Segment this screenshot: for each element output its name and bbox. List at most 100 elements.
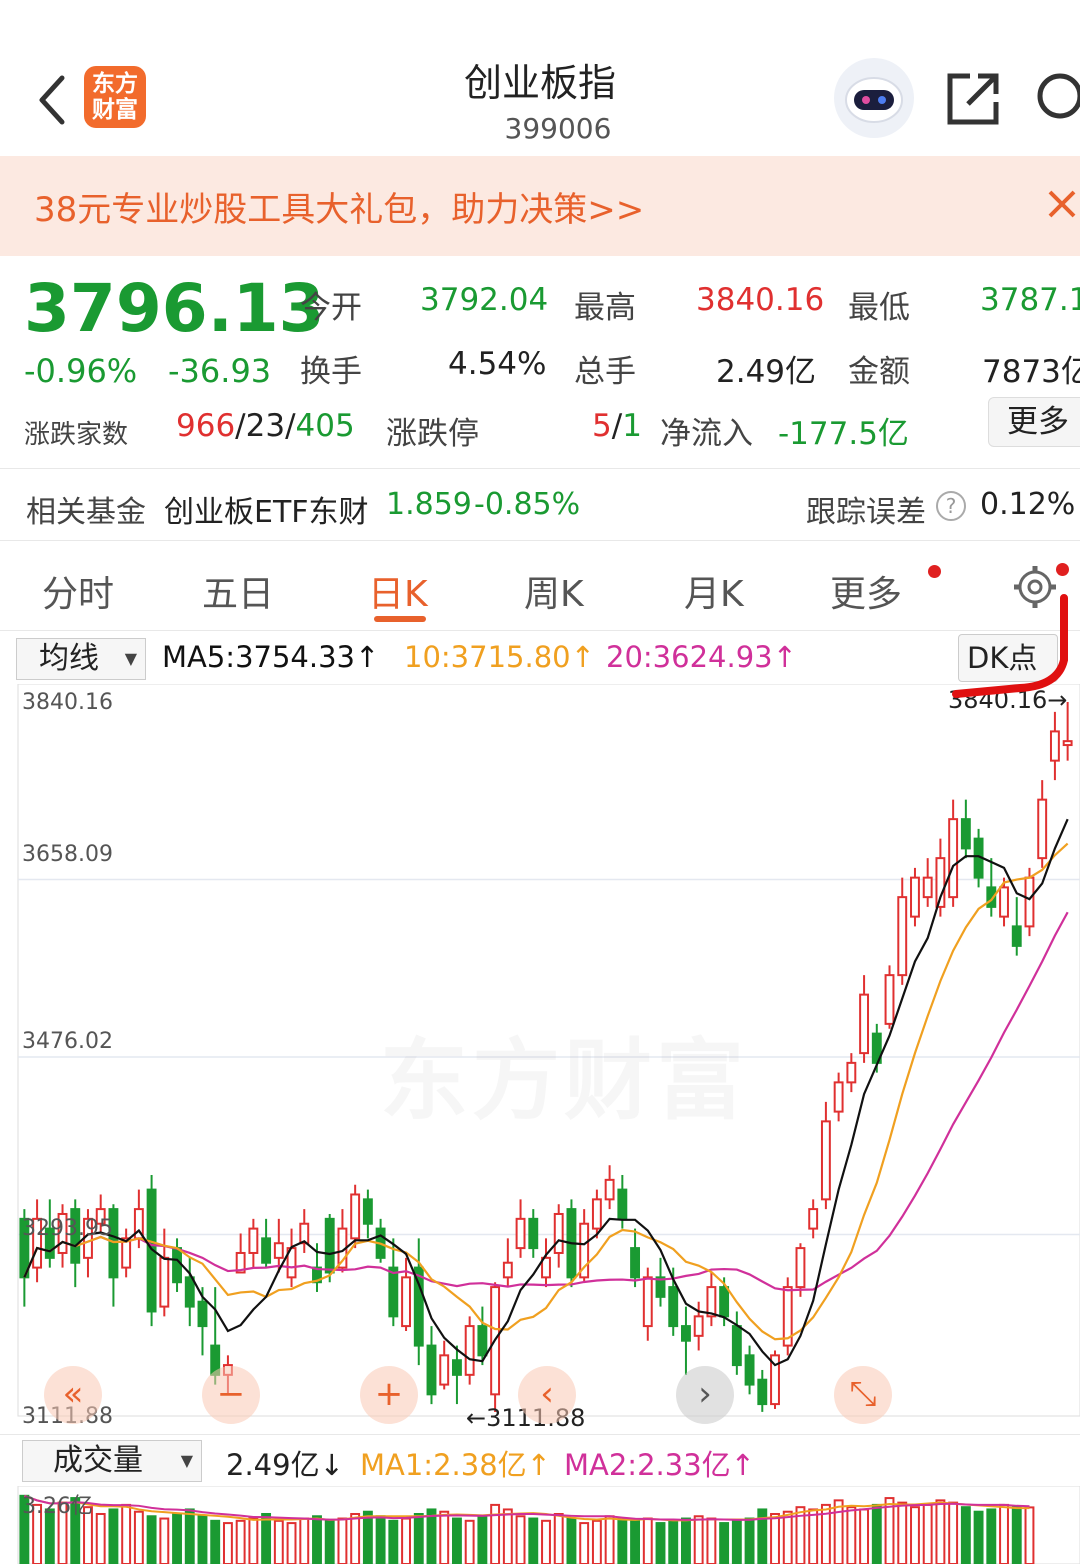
- volume-bar: [299, 1517, 310, 1564]
- candle-body: [1011, 925, 1022, 947]
- active-tab-indicator: [374, 616, 426, 622]
- candle-body: [681, 1325, 691, 1342]
- volume-bar: [808, 1508, 819, 1564]
- volume-bar: [871, 1503, 882, 1564]
- assistant-robot-icon[interactable]: [834, 58, 914, 138]
- share-icon[interactable]: [944, 68, 1004, 128]
- candle-body: [744, 1354, 755, 1386]
- limit-up: 5: [592, 408, 612, 444]
- fund-label: 相关基金: [26, 495, 146, 530]
- candle-body: [948, 818, 959, 899]
- volume-bar: [261, 1512, 272, 1564]
- volume-bar: [630, 1519, 641, 1564]
- volume-bar: [642, 1517, 653, 1564]
- volume-bar: [731, 1519, 742, 1564]
- volume-bar: [948, 1501, 959, 1564]
- candle-body: [591, 1198, 602, 1230]
- volume-bar: [668, 1519, 679, 1564]
- candle-body: [261, 1237, 272, 1264]
- fullscreen-button[interactable]: ⤡: [834, 1366, 892, 1424]
- tab-weekly-k[interactable]: 周K: [524, 565, 584, 617]
- quote-panel: 3796.13 -0.96% -36.93 今开 3792.04 最高 3840…: [0, 256, 1080, 468]
- volume-ma2: MA2:2.33亿↑: [564, 1448, 755, 1482]
- high-value: 3840.16: [696, 282, 825, 318]
- turnover-label: 换手: [300, 354, 362, 390]
- tab-minute[interactable]: 分时: [42, 565, 114, 617]
- tab-daily-k[interactable]: 日K: [368, 565, 428, 617]
- search-icon[interactable]: [1034, 68, 1080, 128]
- hand-drawn-annotation: [952, 594, 1068, 698]
- candle-body: [1024, 876, 1035, 928]
- notification-dot: [928, 565, 941, 578]
- more-quote-button[interactable]: 更多: [988, 397, 1080, 447]
- volume-value: 2.49亿: [716, 354, 817, 390]
- volume-bar: [782, 1510, 793, 1564]
- candle-body: [731, 1325, 742, 1367]
- volume-bar: [655, 1522, 666, 1564]
- volume-bar: [617, 1517, 628, 1564]
- open-value: 3792.04: [420, 282, 549, 318]
- tab-monthly-k[interactable]: 月K: [684, 565, 744, 617]
- candle-body: [604, 1178, 615, 1201]
- volume-bar: [159, 1517, 170, 1564]
- volume-bar: [108, 1508, 119, 1564]
- scroll-start-button[interactable]: «: [44, 1366, 102, 1424]
- change-value: -36.93: [168, 352, 272, 390]
- volume-bar: [362, 1510, 373, 1564]
- candle-body: [630, 1247, 641, 1279]
- banner-text[interactable]: 38元专业炒股工具大礼包，助力决策>>: [34, 182, 644, 231]
- related-fund-row[interactable]: 相关基金 创业板ETF东财 1.859 -0.85% 跟踪误差 ? 0.12%: [0, 469, 1080, 541]
- stock-code: 399006: [504, 112, 612, 145]
- candle-body: [617, 1188, 628, 1220]
- volume-bar: [566, 1517, 577, 1564]
- volume-bar: [706, 1517, 717, 1564]
- low-label: 最低: [848, 290, 910, 326]
- volume-bar: [477, 1515, 488, 1564]
- volume-bar: [133, 1510, 144, 1564]
- ma20-value: 20:3624.93↑: [606, 640, 797, 674]
- scroll-right-button[interactable]: ›: [676, 1366, 734, 1424]
- candle-body: [1049, 730, 1060, 762]
- volume-bar: [197, 1515, 208, 1564]
- volume-chart[interactable]: [0, 1486, 1080, 1564]
- volume-bar: [184, 1508, 195, 1564]
- volume-bar: [553, 1512, 564, 1564]
- breadth-values: 966/23/405: [176, 408, 355, 444]
- volume-indicator-select[interactable]: 成交量 ▼: [22, 1440, 202, 1482]
- volume-bar: [515, 1515, 526, 1564]
- volume-bar: [935, 1499, 946, 1564]
- volume-bar: [210, 1519, 221, 1564]
- tab-more[interactable]: 更多: [830, 565, 902, 617]
- help-icon[interactable]: ?: [936, 491, 966, 521]
- volume-bar: [286, 1522, 297, 1564]
- amount-label: 金额: [848, 354, 910, 390]
- indicator-select[interactable]: 均线 ▼: [16, 638, 146, 680]
- close-icon[interactable]: [1044, 186, 1080, 222]
- volume-bar: [324, 1519, 335, 1564]
- candle-body: [528, 1217, 539, 1250]
- volume-select-label: 成交量: [53, 1443, 143, 1478]
- candle-body: [757, 1378, 768, 1406]
- zoom-in-button[interactable]: +: [360, 1366, 418, 1424]
- ma5-value: MA5:3754.33↑: [162, 640, 380, 674]
- y-tick-label: 3476.02: [22, 1029, 113, 1054]
- volume-bar: [502, 1508, 513, 1564]
- volume-bar: [426, 1508, 437, 1564]
- volume-bar: [451, 1517, 462, 1564]
- scroll-left-button[interactable]: ‹: [518, 1366, 576, 1424]
- tab-five-day[interactable]: 五日: [202, 565, 274, 617]
- open-label: 今开: [300, 290, 362, 326]
- candle-body: [910, 876, 920, 918]
- ma10-value: 10:3715.80↑: [404, 640, 595, 674]
- breadth-label: 涨跌家数: [24, 420, 129, 450]
- volume-bar: [579, 1522, 590, 1564]
- inflow-label: 净流入: [660, 416, 753, 452]
- promo-banner[interactable]: 38元专业炒股工具大礼包，助力决策>>: [0, 156, 1080, 256]
- page-title: 创业板指: [463, 61, 616, 105]
- volume-bar: [413, 1512, 424, 1564]
- volume-label: 总手: [574, 354, 636, 390]
- zoom-out-button[interactable]: −: [202, 1366, 260, 1424]
- fund-name[interactable]: 创业板ETF东财: [164, 487, 369, 531]
- volume-bar: [528, 1517, 539, 1564]
- volume-bar: [388, 1519, 399, 1564]
